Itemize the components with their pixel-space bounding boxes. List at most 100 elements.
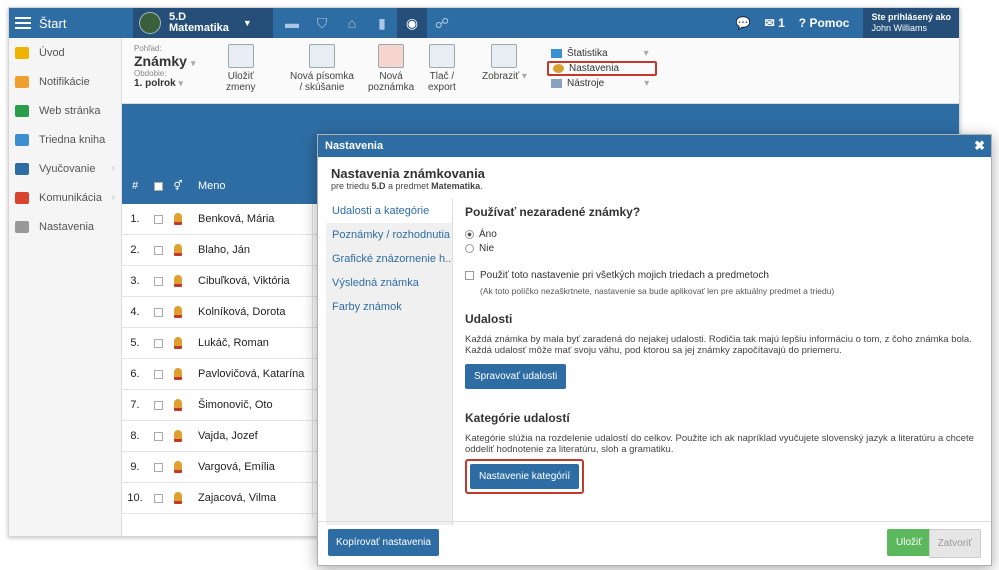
student-icon	[168, 244, 188, 256]
new-test-label-2: / skúšanie	[299, 82, 345, 93]
sidebar-item-label: Nastavenia	[39, 220, 95, 233]
row-checkbox[interactable]	[148, 369, 168, 379]
row-checkbox[interactable]	[148, 338, 168, 348]
printer-icon	[428, 44, 455, 68]
manage-events-button[interactable]: Spravovať udalosti	[465, 364, 567, 389]
row-checkbox[interactable]	[148, 276, 168, 286]
sidebar-item-komunikacia[interactable]: Komunikácia ›	[9, 183, 121, 212]
student-icon	[168, 337, 188, 349]
student-icon	[168, 368, 188, 380]
school-icon[interactable]: ⌂	[337, 8, 367, 38]
view-selector[interactable]: Pohľad: Známky ▾ Obdobie: 1. polrok ▾	[134, 44, 195, 89]
table-row[interactable]: 2. Blaho, Ján	[122, 235, 322, 266]
copy-settings-button[interactable]: Kopírovať nastavenia	[328, 529, 439, 556]
calendar-add-icon	[308, 44, 335, 68]
gears-icon	[553, 64, 564, 73]
sidebar-item-nastavenia[interactable]: Nastavenia	[9, 212, 121, 241]
sidebar-item-label: Notifikácie	[39, 75, 90, 88]
new-note-button[interactable]: Nová poznámka	[368, 44, 414, 93]
categories-title: Kategórie udalostí	[465, 411, 570, 425]
tab-graphic-display[interactable]: Grafické znázornenie h...	[326, 247, 452, 271]
apply-all-checkbox[interactable]: Použiť toto nastavenie pri všetkých moji…	[465, 270, 979, 281]
student-icon	[168, 306, 188, 318]
tab-events-categories[interactable]: Udalosti a kategórie	[326, 199, 452, 223]
row-checkbox[interactable]	[148, 462, 168, 472]
select-all-checkbox[interactable]	[148, 181, 168, 191]
save-changes-button[interactable]: Uložiť zmeny	[226, 44, 255, 93]
student-name[interactable]: Blaho, Ján	[188, 244, 250, 256]
tools-menu-item[interactable]: Nástroje ▾	[547, 76, 657, 91]
row-checkbox[interactable]	[148, 307, 168, 317]
grades-icon[interactable]: ◉	[397, 8, 427, 38]
sidebar-item-uvod[interactable]: Úvod	[9, 38, 121, 67]
print-label: Tlač /	[429, 71, 455, 82]
table-row[interactable]: 5. Lukáč, Roman	[122, 328, 322, 359]
table-row[interactable]: 10. Zajacová, Vilma	[122, 483, 322, 514]
categories-text: Kategórie slúžia na rozdelenie udalostí …	[465, 433, 974, 455]
shield-icon[interactable]: ⛉	[307, 8, 337, 38]
table-row[interactable]: 3. Cibuľková, Viktória	[122, 266, 322, 297]
student-name[interactable]: Pavlovičová, Katarína	[188, 368, 304, 380]
row-checkbox[interactable]	[148, 245, 168, 255]
sidebar-item-label: Triedna kniha	[39, 133, 106, 146]
period-value[interactable]: 1. polrok	[134, 78, 176, 89]
people-icon[interactable]: ☍	[427, 8, 457, 38]
student-name[interactable]: Vargová, Emília	[188, 461, 275, 473]
sidebar-item-notifikacie[interactable]: Notifikácie	[9, 67, 121, 96]
table-row[interactable]: 6. Pavlovičová, Katarína	[122, 359, 322, 390]
radio-yes[interactable]: Áno	[465, 229, 979, 240]
save-button[interactable]: Uložiť	[887, 529, 931, 556]
student-table: # ⚥ Meno 1. Benková, Mária 2. Blaho, Ján 3. C…	[122, 168, 322, 514]
chevron-right-icon: ›	[111, 163, 115, 174]
tab-notes-decisions[interactable]: Poznámky / rozhodnutia	[326, 223, 452, 247]
student-name[interactable]: Vajda, Jozef	[188, 430, 258, 442]
table-row[interactable]: 8. Vajda, Jozef	[122, 421, 322, 452]
row-checkbox[interactable]	[148, 400, 168, 410]
table-row[interactable]: 4. Kolníková, Dorota	[122, 297, 322, 328]
row-checkbox[interactable]	[148, 214, 168, 224]
student-name[interactable]: Kolníková, Dorota	[188, 306, 285, 318]
sidebar-item-web[interactable]: Web stránka	[9, 96, 121, 125]
student-icon	[168, 399, 188, 411]
radio-no[interactable]: Nie	[465, 243, 979, 254]
student-name[interactable]: Zajacová, Vilma	[188, 492, 276, 504]
table-row[interactable]: 1. Benková, Mária	[122, 204, 322, 235]
row-number: 4.	[130, 306, 140, 318]
briefcase-icon[interactable]: ▬	[277, 8, 307, 38]
tab-final-grade[interactable]: Výsledná známka	[326, 271, 452, 295]
show-button[interactable]: Zobraziť ▾	[482, 44, 527, 82]
student-name[interactable]: Šimonovič, Oto	[188, 399, 273, 411]
table-row[interactable]: 7. Šimonovič, Oto	[122, 390, 322, 421]
bar-chart-icon[interactable]: ▮	[367, 8, 397, 38]
close-button[interactable]: Zatvoriť	[928, 529, 981, 558]
table-row[interactable]: 9. Vargová, Emília	[122, 452, 322, 483]
row-checkbox[interactable]	[148, 431, 168, 441]
row-number: 1.	[130, 213, 140, 225]
statistics-menu-item[interactable]: Štatistika ▾	[547, 46, 657, 61]
student-name[interactable]: Cibuľková, Viktória	[188, 275, 290, 287]
categories-settings-button[interactable]: Nastavenie kategórií	[470, 464, 580, 489]
class-selector[interactable]: 5.D Matematika ▼	[133, 8, 273, 38]
student-name[interactable]: Benková, Mária	[188, 213, 274, 225]
close-icon[interactable]: ✖	[974, 138, 985, 154]
new-test-button[interactable]: Nová písomka / skúšanie	[290, 44, 354, 93]
period-label: Obdobie:	[134, 69, 167, 78]
sidebar-item-triedna-kniha[interactable]: Triedna kniha	[9, 125, 121, 154]
messages-button[interactable]: ✉ 1	[765, 16, 785, 30]
start-button[interactable]: Štart	[9, 8, 122, 38]
home-icon	[15, 104, 29, 117]
sidebar: Úvod Notifikácie Web stránka Triedna kni…	[9, 38, 122, 536]
row-checkbox[interactable]	[148, 493, 168, 503]
student-name[interactable]: Lukáč, Roman	[188, 337, 269, 349]
new-test-label: Nová písomka	[290, 71, 354, 82]
chat-icon[interactable]: 💬	[736, 16, 751, 30]
menu-icon[interactable]	[15, 14, 31, 32]
help-button[interactable]: ? Pomoc	[799, 16, 850, 30]
sidebar-item-vyucovanie[interactable]: Vyučovanie ›	[9, 154, 121, 183]
user-box[interactable]: Ste prihlásený ako John Williams	[863, 8, 959, 38]
tab-grade-colors[interactable]: Farby známok	[326, 295, 452, 319]
print-export-button[interactable]: Tlač / export	[428, 44, 456, 93]
sidebar-item-label: Úvod	[39, 46, 65, 59]
settings-menu-item[interactable]: Nastavenia	[547, 61, 658, 76]
column-name[interactable]: Meno	[188, 180, 226, 192]
